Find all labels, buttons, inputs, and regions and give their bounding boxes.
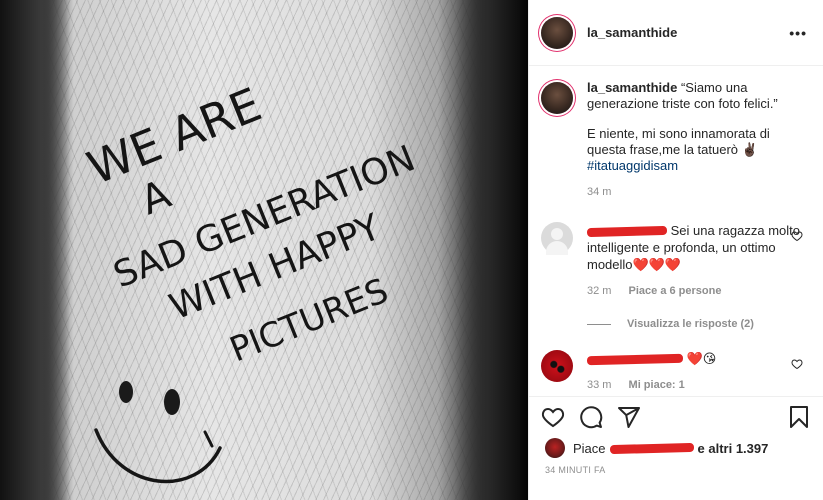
- comment-item: Sei una ragazza molto intelligente e pro…: [529, 222, 823, 300]
- share-icon[interactable]: [617, 405, 641, 429]
- tattoo-line-1: WE ARE: [80, 77, 269, 195]
- likes-count-link[interactable]: e altri 1.397: [698, 441, 769, 456]
- caption-time: 34 m: [587, 186, 612, 198]
- redacted-username: [586, 226, 668, 238]
- action-bar: [529, 396, 823, 436]
- smiley-tattoo: [94, 381, 222, 484]
- caption-username[interactable]: la_samanthide: [587, 80, 677, 95]
- liker-avatar[interactable]: [545, 438, 565, 458]
- header-username[interactable]: la_samanthide: [587, 25, 677, 40]
- post-photo[interactable]: WE ARE A SAD GENERATION WITH HAPPY PICTU…: [0, 0, 528, 500]
- comment-like-heart-icon[interactable]: [791, 230, 803, 242]
- post-timestamp: 34 MINUTI FA: [545, 465, 606, 475]
- caption-avatar[interactable]: [541, 82, 573, 114]
- view-replies-button[interactable]: Visualizza le risposte (2): [587, 318, 823, 330]
- comment-avatar[interactable]: [541, 222, 573, 255]
- comment-time: 32 m: [587, 285, 612, 297]
- comment-likes-link[interactable]: Piace a 6 persone: [629, 285, 722, 297]
- caption: la_samanthide “Siamo una generazione tri…: [529, 66, 823, 200]
- comment-time: 33 m: [587, 379, 612, 391]
- caption-text: E niente, mi sono innamorata di questa f…: [587, 126, 770, 157]
- comment-emoji: ❤️😘: [686, 351, 717, 366]
- redacted-username: [586, 353, 684, 366]
- comment-item: ❤️😘 33 m Mi piace: 1: [529, 350, 823, 394]
- tattoo-lettering: WE ARE A SAD GENERATION WITH HAPPY PICTU…: [80, 77, 421, 484]
- comments-scroll[interactable]: la_samanthide “Siamo una generazione tri…: [529, 66, 823, 396]
- hashtag-link[interactable]: #itatuaggidisam: [587, 158, 678, 173]
- replies-line: [587, 323, 611, 325]
- view-replies-label: Visualizza le risposte (2): [627, 318, 754, 330]
- comment-avatar[interactable]: [541, 350, 573, 382]
- post-header: la_samanthide •••: [529, 0, 823, 66]
- bookmark-icon[interactable]: [787, 405, 811, 429]
- more-options-icon[interactable]: •••: [789, 25, 807, 41]
- comment-icon[interactable]: [579, 405, 603, 429]
- comment-like-heart-icon[interactable]: [791, 358, 803, 370]
- post-panel: la_samanthide ••• la_samanthide “Siamo u…: [528, 0, 823, 500]
- redacted-liker: [609, 442, 694, 454]
- comment-emoji: ❤️❤️❤️: [632, 257, 682, 272]
- likes-summary: Piace e altri 1.397: [545, 438, 811, 458]
- comment-likes-link[interactable]: Mi piace: 1: [629, 379, 685, 391]
- tattoo-line-2: A: [135, 171, 178, 224]
- heart-icon[interactable]: [541, 405, 565, 429]
- likes-prefix: Piace: [573, 440, 606, 456]
- avatar[interactable]: [541, 16, 573, 49]
